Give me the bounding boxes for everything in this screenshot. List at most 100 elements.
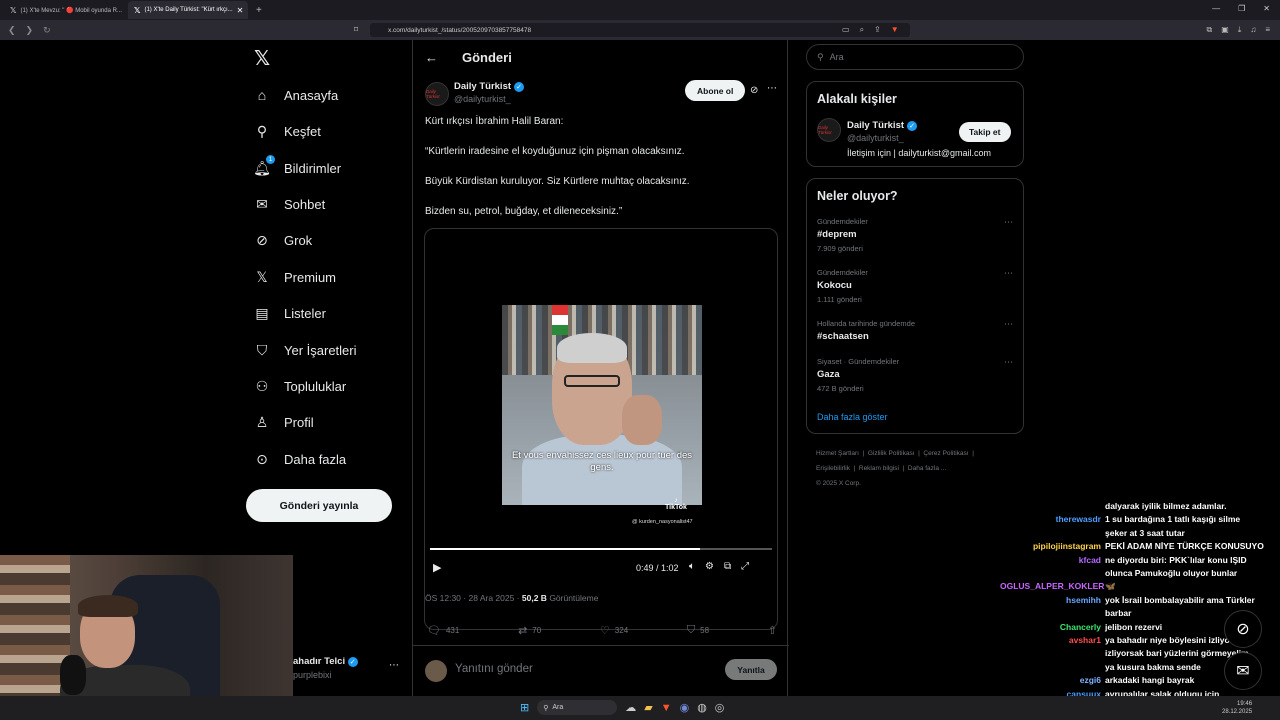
close-tab-icon[interactable]: ✕ <box>237 6 244 15</box>
zoom-icon[interactable]: ⌕ <box>860 25 864 35</box>
more-options-icon[interactable]: ⋯ <box>1004 268 1013 279</box>
chat-username[interactable]: Chancerly <box>1000 621 1105 634</box>
footer-link[interactable]: Gizlilik Politikası <box>868 450 915 457</box>
share-action[interactable]: ⇧ <box>768 624 777 637</box>
nav-item-communities[interactable]: ⚇ Topluluklar <box>254 378 346 394</box>
minimize-icon[interactable]: — <box>1212 4 1220 13</box>
file-explorer-icon[interactable]: ▰ <box>644 701 652 714</box>
play-icon[interactable]: ▶ <box>433 561 441 574</box>
chat-username[interactable]: ezgi6 <box>1000 674 1105 687</box>
chat-username[interactable]: kfcad <box>1000 554 1105 567</box>
post-button[interactable]: Gönderi yayınla <box>246 489 392 522</box>
footer-link[interactable]: Hizmet Şartları <box>816 450 859 457</box>
more-options-icon[interactable]: ⋯ <box>1004 357 1013 368</box>
chat-username[interactable] <box>1000 661 1105 674</box>
footer-link[interactable]: Reklam bilgisi <box>859 465 899 472</box>
like-action[interactable]: ♡ 324 <box>600 624 628 637</box>
video-progress-bar[interactable] <box>430 548 772 550</box>
forward-icon[interactable]: ❯ <box>26 25 34 36</box>
chat-username[interactable]: hsemihh <box>1000 594 1105 607</box>
show-more-link[interactable]: Daha fazla göster <box>817 412 888 422</box>
nav-item-home[interactable]: ⌂ Anasayfa <box>254 87 338 103</box>
author-info[interactable]: Daily Türkist ✓ @dailyturkist_ <box>454 81 525 104</box>
bookmark-page-icon[interactable]: ⌑ <box>354 25 358 34</box>
nav-item-messages[interactable]: ✉ Sohbet <box>254 196 325 212</box>
url-field[interactable]: x.com/dailyturkist_/status/2005209703857… <box>370 23 910 37</box>
more-options-icon[interactable]: ⋯ <box>767 83 777 94</box>
pip-icon[interactable]: ⧉ <box>724 561 731 572</box>
volume-icon[interactable]: 🔈︎ <box>689 561 695 572</box>
nav-item-notifications[interactable]: 🔔︎ 1 Bildirimler <box>253 155 341 176</box>
more-options-icon[interactable]: ⋯ <box>1004 217 1013 228</box>
taskbar-search[interactable]: ⚲ Ara <box>537 700 618 715</box>
trend-item[interactable]: Gündemdekiler #deprem 7.909 gönderi ⋯ <box>817 217 1013 253</box>
account-more-icon[interactable]: ⋯ <box>389 660 399 671</box>
chat-username[interactable]: OGLUS_ALPER_KOKLER <box>1000 580 1105 593</box>
nav-item-profile[interactable]: ♙ Profil <box>254 414 314 430</box>
chat-username[interactable] <box>1000 647 1105 660</box>
settings-icon[interactable]: ⚙ <box>705 561 714 572</box>
back-icon[interactable]: ❮ <box>8 25 16 36</box>
chat-username[interactable] <box>1000 500 1105 513</box>
brave-icon[interactable]: ▼ <box>661 702 672 714</box>
footer-link[interactable]: Daha fazla ... <box>908 465 946 472</box>
close-window-icon[interactable]: ✕ <box>1263 4 1270 13</box>
video-frame[interactable]: Et vous envahissez ces lieux pour tuer d… <box>502 305 702 505</box>
downloads-icon[interactable]: ⤓ <box>1238 25 1242 35</box>
chat-username[interactable]: avshar1 <box>1000 634 1105 647</box>
retweet-action[interactable]: ⇄ 70 <box>518 624 541 637</box>
messages-float-icon[interactable]: ✉ <box>1224 652 1262 690</box>
nav-item-more[interactable]: ⊙ Daha fazla <box>254 451 346 467</box>
chat-username[interactable]: therewasdr <box>1000 513 1105 526</box>
browser-tab[interactable]: 𝕏 (1) X'te Mevzu: " 🔴 Mobil oyunda R... <box>4 1 124 19</box>
more-options-icon[interactable]: ⋯ <box>1004 319 1013 330</box>
tweet-timestamp[interactable]: ÖS 12:30 · 28 Ara 2025 · <box>425 593 520 603</box>
author-avatar[interactable]: Daily Türkist <box>425 82 449 106</box>
chat-username[interactable] <box>1000 607 1105 620</box>
chat-username[interactable] <box>1000 527 1105 540</box>
x-home-logo-icon[interactable]: 𝕏 <box>254 46 270 71</box>
fullscreen-icon[interactable]: ⤢ <box>741 561 749 572</box>
nav-item-lists[interactable]: ▤ Listeler <box>254 305 326 321</box>
music-icon[interactable]: ♫ <box>1250 25 1256 35</box>
grok-float-icon[interactable]: ⊘ <box>1224 610 1262 648</box>
taskbar-clock[interactable]: 19:46 28.12.2025 <box>1222 700 1252 716</box>
video-player[interactable]: Et vous envahissez ces lieux pour tuer d… <box>424 228 778 630</box>
discord-icon[interactable]: ◉ <box>680 701 690 714</box>
reload-icon[interactable]: ↻ <box>43 25 51 36</box>
grok-icon[interactable]: ⊘ <box>750 85 758 96</box>
nav-item-bookmarks[interactable]: ⛉ Yer İşaretleri <box>254 342 357 358</box>
follow-button[interactable]: Takip et <box>959 122 1011 142</box>
windows-start-icon[interactable]: ⊞ <box>520 701 529 714</box>
related-avatar[interactable]: Daily Türkist <box>817 118 841 142</box>
back-arrow-icon[interactable]: ← <box>425 50 438 65</box>
steam-icon[interactable]: ◍ <box>697 701 707 714</box>
chat-username[interactable] <box>1000 567 1105 580</box>
subscribe-button[interactable]: Abone ol <box>685 80 746 101</box>
trend-item[interactable]: Hollanda tarihinde gündemde #schaatsen ⋯ <box>817 319 1013 342</box>
chat-username[interactable]: pipilojiinstagram <box>1000 540 1105 553</box>
maximize-icon[interactable]: ❐ <box>1238 4 1245 13</box>
new-tab-button[interactable]: + <box>256 5 262 16</box>
trend-item[interactable]: Siyaset · Gündemdekiler Gaza 472 B gönde… <box>817 357 1013 393</box>
share-icon[interactable]: ⇪ <box>874 25 881 35</box>
reply-button[interactable]: Yanıtla <box>725 659 777 680</box>
brave-shield-icon[interactable]: ▼ <box>891 25 899 35</box>
obs-icon[interactable]: ◎ <box>715 701 725 714</box>
reply-input[interactable]: Yanıtını gönder <box>455 663 533 675</box>
footer-link[interactable]: Erişilebilirlik <box>816 465 850 472</box>
reader-icon[interactable]: ▭ <box>842 25 850 35</box>
menu-icon[interactable]: ≡ <box>1265 25 1270 35</box>
footer-link[interactable]: Çerez Politikası <box>923 450 968 457</box>
reply-action[interactable]: 🗨︎ 431 <box>427 624 459 637</box>
search-input[interactable]: ⚲ Ara <box>806 44 1024 70</box>
browser-tab-active[interactable]: 𝕏 (1) X'te Daily Türkist: "Kürt ırkçı...… <box>128 1 248 19</box>
nav-item-premium[interactable]: 𝕏 Premium <box>254 269 336 285</box>
wallet-icon[interactable]: ▣ <box>1221 25 1229 35</box>
widgets-icon[interactable]: ☁ <box>625 701 636 714</box>
related-name-row[interactable]: Daily Türkist ✓ <box>847 120 918 131</box>
extensions-icon[interactable]: ⧉ <box>1207 25 1213 35</box>
bookmark-action[interactable]: ⛉ 58 <box>687 624 709 637</box>
trend-item[interactable]: Gündemdekiler Kokocu 1.111 gönderi ⋯ <box>817 268 1013 304</box>
nav-item-explore[interactable]: ⚲ Keşfet <box>254 123 321 139</box>
